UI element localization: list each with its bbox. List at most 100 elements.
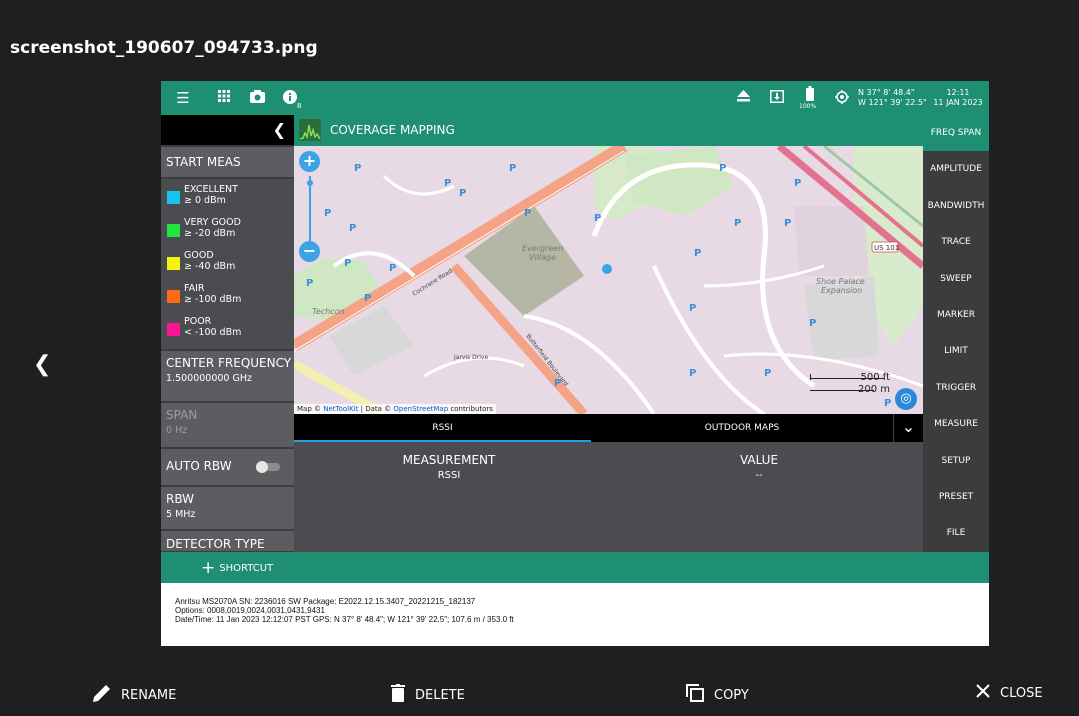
shortcut-label: SHORTCUT <box>219 563 274 574</box>
tab-outdoor-maps[interactable]: OUTDOOR MAPS <box>591 414 893 442</box>
menu-limit[interactable]: LIMIT <box>923 333 989 369</box>
attr-link-openstreetmap[interactable]: OpenStreetMap <box>393 405 448 413</box>
svg-text:P: P <box>354 163 361 174</box>
svg-text:P: P <box>364 293 371 304</box>
auto-rbw-toggle[interactable] <box>256 461 280 473</box>
legend-range: ≥ -20 dBm <box>184 228 236 239</box>
device-screenshot: ☰ 8 100% N 37° 8' 48.4" W 121° 39' 22.5" <box>161 81 989 646</box>
rename-button[interactable]: RENAME <box>93 684 176 706</box>
measurement-header: MEASUREMENT <box>402 453 496 467</box>
zoom-out-button[interactable]: − <box>299 241 320 262</box>
value-header: VALUE <box>739 453 779 467</box>
tab-rssi[interactable]: RSSI <box>294 414 591 442</box>
legend-swatch <box>167 224 180 237</box>
menu-trace[interactable]: TRACE <box>923 224 989 260</box>
menu-amplitude[interactable]: AMPLITUDE <box>923 151 989 187</box>
menu-sweep[interactable]: SWEEP <box>923 261 989 297</box>
collapse-panel-chevron-icon[interactable]: ❮ <box>273 120 286 139</box>
legend-label: FAIR <box>184 283 205 294</box>
rbw-button[interactable]: RBW 5 MHz <box>161 487 294 529</box>
device-info: Anritsu MS2070A SN: 2236016 SW Package: … <box>161 583 989 646</box>
close-button[interactable]: CLOSE <box>976 684 1043 702</box>
gps-longitude: W 121° 39' 22.5" <box>858 98 927 107</box>
save-download-icon[interactable] <box>769 90 785 106</box>
camera-icon[interactable] <box>249 90 265 106</box>
svg-text:P: P <box>784 218 791 229</box>
value-column: VALUE -- <box>684 453 834 481</box>
delete-label: DELETE <box>415 687 465 703</box>
svg-text:Jarvis Drive: Jarvis Drive <box>453 354 488 361</box>
svg-text:P: P <box>524 208 531 219</box>
scale-feet: 500 ft <box>860 372 890 383</box>
my-location-icon[interactable]: ◎ <box>895 388 917 410</box>
legend-item-poor: POOR < -100 dBm <box>161 314 294 347</box>
svg-text:P: P <box>444 178 451 189</box>
apps-grid-icon[interactable] <box>216 90 232 106</box>
info-line-2: Options: 0008,0019,0024,0031,0431,9431 <box>175 606 325 615</box>
menu-marker[interactable]: MARKER <box>923 297 989 333</box>
zoom-in-button[interactable]: + <box>299 151 320 172</box>
battery-level: 100% <box>799 103 817 110</box>
center-frequency-button[interactable]: CENTER FREQUENCY 1.500000000 GHz <box>161 351 294 401</box>
detector-type-button[interactable]: DETECTOR TYPE <box>161 531 294 551</box>
span-label: SPAN <box>166 408 198 422</box>
add-shortcut-button[interactable]: + SHORTCUT <box>201 558 273 578</box>
menu-measure[interactable]: MEASURE <box>923 406 989 442</box>
close-icon <box>976 684 990 702</box>
svg-text:P: P <box>694 248 701 259</box>
previous-image-chevron-icon[interactable]: ❮ <box>33 352 51 377</box>
pencil-icon <box>93 684 111 706</box>
toggle-knob <box>256 461 268 473</box>
legend-range: ≥ -100 dBm <box>184 294 242 305</box>
left-panel: ❮ START MEAS EXCELLENT ≥ 0 dBm VERY GOOD ≥… <box>161 115 294 552</box>
measurement-table: MEASUREMENT RSSI VALUE -- <box>294 442 923 552</box>
left-panel-header: ❮ <box>161 115 294 145</box>
clock: 12:11 11 JAN 2023 <box>931 88 985 108</box>
auto-rbw-row: AUTO RBW <box>161 449 294 485</box>
svg-text:P: P <box>509 163 516 174</box>
chevron-down-icon[interactable]: ⌄ <box>893 414 923 442</box>
menu-setup[interactable]: SETUP <box>923 443 989 479</box>
map-attribution: Map © NetToolKit | Data © OpenStreetMap … <box>294 404 496 414</box>
device-topbar: ☰ 8 100% N 37° 8' 48.4" W 121° 39' 22.5" <box>161 81 989 115</box>
viewer-action-bar: RENAME DELETE COPY CLOSE <box>0 672 1079 716</box>
attr-link-nettoolkit[interactable]: NetToolKit <box>323 405 358 413</box>
gps-target-icon <box>834 90 850 106</box>
info-icon[interactable] <box>282 90 298 106</box>
copy-icon <box>686 684 704 706</box>
legend-label: VERY GOOD <box>184 217 241 228</box>
copy-label: COPY <box>714 687 749 703</box>
gps-latitude: N 37° 8' 48.4" <box>858 88 915 97</box>
svg-text:P: P <box>459 188 466 199</box>
legend-swatch <box>167 191 180 204</box>
copy-button[interactable]: COPY <box>686 684 749 706</box>
start-meas-button[interactable]: START MEAS <box>161 147 294 177</box>
menu-preset[interactable]: PRESET <box>923 479 989 515</box>
shortcut-bar: + SHORTCUT <box>161 552 989 583</box>
legend-label: POOR <box>184 316 212 327</box>
svg-text:Shoe Palace: Shoe Palace <box>816 277 865 286</box>
coverage-map[interactable]: PPPP PPPP PPPP PPPP PPPP PPP Evergreen Vi… <box>294 146 923 414</box>
detector-type-label: DETECTOR TYPE <box>166 537 265 551</box>
legend-item-excellent: EXCELLENT ≥ 0 dBm <box>161 182 294 215</box>
legend-range: ≥ 0 dBm <box>184 195 226 206</box>
measurement-tabs: RSSI OUTDOOR MAPS ⌄ <box>294 414 923 442</box>
viewer-filename: screenshot_190607_094733.png <box>10 38 318 58</box>
eject-icon[interactable] <box>735 90 751 106</box>
menu-freq-span[interactable]: FREQ SPAN <box>923 115 989 152</box>
clock-time: 12:11 <box>946 88 970 97</box>
span-button[interactable]: SPAN 0 Hz <box>161 403 294 447</box>
hamburger-menu-icon[interactable]: ☰ <box>175 90 191 106</box>
svg-text:P: P <box>594 213 601 224</box>
attr-prefix: Map © <box>297 405 321 413</box>
legend-range: ≥ -40 dBm <box>184 261 236 272</box>
svg-text:P: P <box>344 258 351 269</box>
right-menu: FREQ SPAN AMPLITUDE BANDWIDTH TRACE SWEE… <box>923 115 989 552</box>
legend-range: < -100 dBm <box>184 327 242 338</box>
info-line-1: Anritsu MS2070A SN: 2236016 SW Package: … <box>175 597 476 606</box>
delete-button[interactable]: DELETE <box>391 684 465 706</box>
menu-trigger[interactable]: TRIGGER <box>923 370 989 406</box>
measurement-column: MEASUREMENT RSSI <box>369 453 529 481</box>
menu-file[interactable]: FILE <box>923 515 989 551</box>
menu-bandwidth[interactable]: BANDWIDTH <box>923 188 989 224</box>
